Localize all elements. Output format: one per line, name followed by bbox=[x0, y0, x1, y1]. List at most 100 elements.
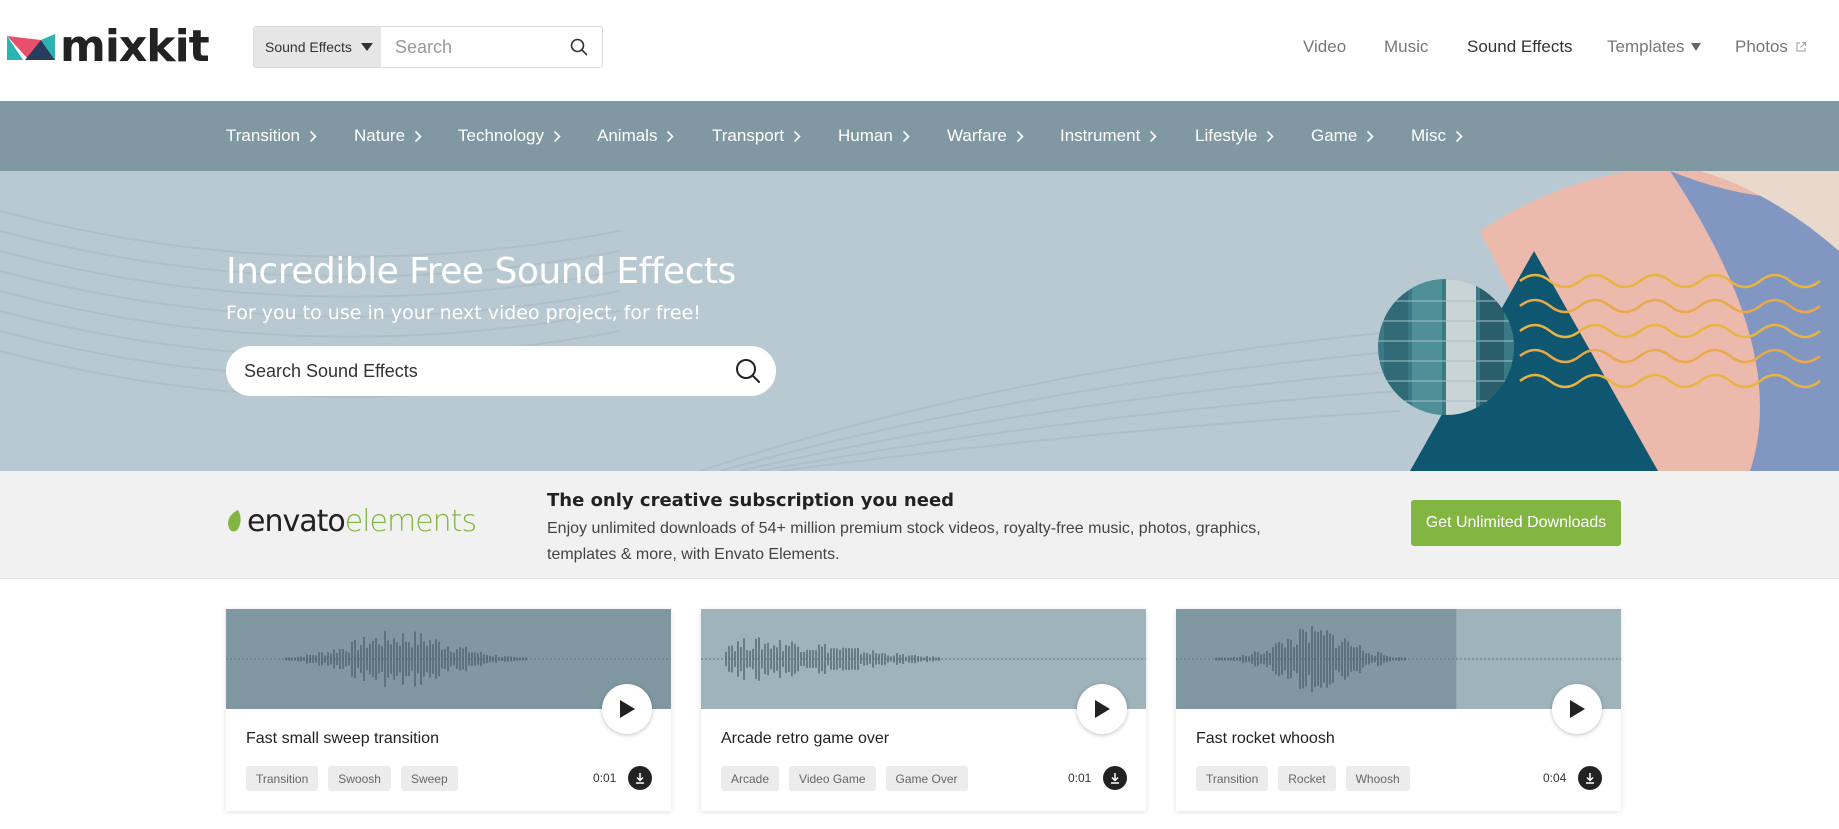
category-animals[interactable]: Animals bbox=[597, 101, 675, 171]
sound-card: Fast rocket whoosh Transition Rocket Who… bbox=[1176, 609, 1621, 811]
leaf-icon bbox=[228, 510, 241, 532]
play-icon bbox=[620, 700, 635, 718]
nav-video-label: Video bbox=[1303, 37, 1347, 56]
chevron-right-icon bbox=[794, 130, 801, 142]
hero-search-button[interactable] bbox=[720, 346, 776, 396]
chevron-right-icon bbox=[667, 130, 675, 142]
chevron-right-icon bbox=[1267, 130, 1275, 142]
external-link-icon bbox=[1796, 41, 1807, 52]
page: mixkit Sound Effects Video Music Sound E… bbox=[0, 0, 1839, 829]
tag[interactable]: Arcade bbox=[721, 766, 780, 791]
chevron-right-icon bbox=[1455, 130, 1463, 142]
sound-card: Fast small sweep transition Transition S… bbox=[226, 609, 671, 811]
mixkit-logo-mark bbox=[7, 34, 55, 60]
search-button[interactable] bbox=[556, 27, 602, 67]
nav-video[interactable]: Video bbox=[1303, 35, 1346, 59]
search-type-dropdown[interactable]: Sound Effects bbox=[254, 27, 381, 67]
header-search: Sound Effects bbox=[253, 26, 603, 68]
nav-templates[interactable]: Templates bbox=[1607, 35, 1702, 59]
tag[interactable]: Transition bbox=[1196, 766, 1269, 791]
envato-promo: envato elements The only creative subscri… bbox=[0, 471, 1839, 579]
mixkit-logo[interactable]: mixkit bbox=[7, 22, 210, 72]
site-header: mixkit Sound Effects Video Music Sound E… bbox=[0, 0, 1839, 101]
hero-subtitle: For you to use in your next video projec… bbox=[226, 302, 701, 324]
chevron-right-icon bbox=[902, 130, 910, 142]
get-unlimited-downloads-button[interactable]: Get Unlimited Downloads bbox=[1411, 500, 1621, 546]
nav-music-label: Music bbox=[1384, 37, 1429, 56]
category-human[interactable]: Human bbox=[838, 101, 910, 171]
chevron-right-icon bbox=[1367, 130, 1374, 142]
category-bar: Transition Nature Technology Animals Tra… bbox=[0, 101, 1839, 171]
category-transition[interactable]: Transition bbox=[226, 101, 317, 171]
nav-music[interactable]: Music bbox=[1384, 35, 1428, 59]
download-button[interactable] bbox=[1103, 766, 1127, 790]
category-misc[interactable]: Misc bbox=[1411, 101, 1463, 171]
search-input[interactable] bbox=[381, 27, 556, 67]
tag[interactable]: Swoosh bbox=[328, 766, 391, 791]
category-nature[interactable]: Nature bbox=[354, 101, 422, 171]
download-icon bbox=[636, 773, 644, 784]
hero-illustration bbox=[1378, 171, 1839, 471]
category-label: Instrument bbox=[1060, 126, 1141, 145]
tag-list: Arcade Video Game Game Over bbox=[721, 766, 968, 791]
nav-photos[interactable]: Photos bbox=[1735, 35, 1807, 59]
envato-logo-word: envato bbox=[247, 503, 346, 539]
category-technology[interactable]: Technology bbox=[458, 101, 561, 171]
category-label: Misc bbox=[1411, 126, 1446, 145]
category-label: Game bbox=[1311, 126, 1358, 145]
play-button[interactable] bbox=[1077, 684, 1127, 734]
chevron-right-icon bbox=[309, 130, 317, 142]
category-warfare[interactable]: Warfare bbox=[947, 101, 1024, 171]
category-instrument[interactable]: Instrument bbox=[1060, 101, 1157, 171]
tag[interactable]: Rocket bbox=[1278, 766, 1336, 791]
category-label: Animals bbox=[597, 126, 658, 145]
category-lifestyle[interactable]: Lifestyle bbox=[1195, 101, 1275, 171]
tag[interactable]: Game Over bbox=[885, 766, 968, 791]
category-label: Transition bbox=[226, 126, 301, 145]
category-label: Warfare bbox=[947, 126, 1007, 145]
play-button[interactable] bbox=[1552, 684, 1602, 734]
hero-search-input[interactable] bbox=[226, 360, 720, 382]
tag[interactable]: Video Game bbox=[789, 766, 876, 791]
sound-title[interactable]: Fast small sweep transition bbox=[246, 730, 439, 748]
download-button[interactable] bbox=[628, 766, 652, 790]
chevron-right-icon bbox=[1150, 130, 1157, 142]
category-label: Nature bbox=[354, 126, 406, 145]
sound-title[interactable]: Arcade retro game over bbox=[721, 730, 889, 748]
download-button[interactable] bbox=[1578, 766, 1602, 790]
chevron-right-icon bbox=[414, 130, 422, 142]
nav-templates-label: Templates bbox=[1607, 37, 1685, 56]
category-label: Technology bbox=[458, 126, 545, 145]
category-label: Lifestyle bbox=[1195, 126, 1258, 145]
elements-logo-word: elements bbox=[344, 503, 477, 539]
caret-down-icon bbox=[1691, 43, 1702, 51]
sound-card: Arcade retro game over Arcade Video Game… bbox=[701, 609, 1146, 811]
hero-search bbox=[226, 346, 776, 396]
chevron-right-icon bbox=[1016, 130, 1024, 142]
caret-down-icon bbox=[360, 43, 373, 51]
category-label: Human bbox=[838, 126, 893, 145]
waveform bbox=[226, 609, 671, 709]
search-type-label: Sound Effects bbox=[265, 39, 352, 55]
hero-banner: Incredible Free Sound Effects For you to… bbox=[0, 171, 1839, 471]
category-label: Transport bbox=[712, 126, 785, 145]
tag-list: Transition Rocket Whoosh bbox=[1196, 766, 1410, 791]
nav-sound-effects[interactable]: Sound Effects bbox=[1467, 35, 1573, 59]
play-icon bbox=[1095, 700, 1110, 718]
hero-title: Incredible Free Sound Effects bbox=[226, 251, 736, 292]
nav-photos-label: Photos bbox=[1735, 37, 1788, 56]
tag[interactable]: Sweep bbox=[400, 766, 458, 791]
sound-title[interactable]: Fast rocket whoosh bbox=[1196, 730, 1335, 748]
envato-description: Enjoy unlimited downloads of 54+ million… bbox=[547, 520, 1261, 563]
category-game[interactable]: Game bbox=[1311, 101, 1374, 171]
play-button[interactable] bbox=[602, 684, 652, 734]
envato-elements-logo[interactable]: envato elements bbox=[226, 501, 477, 541]
search-icon bbox=[570, 38, 588, 56]
nav-sound-effects-label: Sound Effects bbox=[1467, 37, 1573, 56]
download-icon bbox=[1111, 773, 1119, 784]
duration: 0:04 bbox=[1543, 771, 1567, 785]
duration: 0:01 bbox=[1068, 771, 1092, 785]
tag[interactable]: Whoosh bbox=[1345, 766, 1410, 791]
tag[interactable]: Transition bbox=[246, 766, 319, 791]
category-transport[interactable]: Transport bbox=[712, 101, 801, 171]
